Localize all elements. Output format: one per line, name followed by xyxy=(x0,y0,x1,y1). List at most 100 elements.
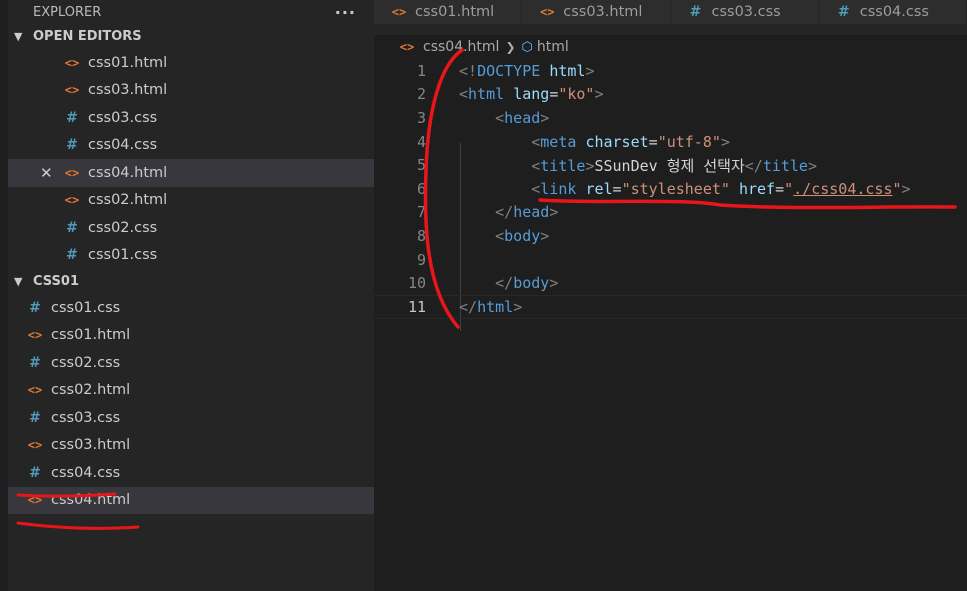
code-line[interactable]: 10 </body> xyxy=(374,271,967,295)
folder-title: CSS01 xyxy=(33,274,80,289)
tab-bar: <> css01.html <> css03.html # css03.css # css04… xyxy=(374,0,967,35)
code-line[interactable]: 4 <meta charset="utf-8"> xyxy=(374,130,967,154)
open-editors-header[interactable]: ▼ OPEN EDITORS xyxy=(8,24,374,49)
file-tree-item[interactable]: <> css03.html xyxy=(8,432,374,460)
open-editors-title: OPEN EDITORS xyxy=(33,29,142,44)
line-number: 3 xyxy=(416,108,426,127)
chevron-down-icon: ▼ xyxy=(14,275,23,288)
editor-tab[interactable]: # css04.css xyxy=(818,0,967,24)
editor[interactable]: <> css04.html ❯ ⬡ html 1 <!DOCTYPE html>… xyxy=(374,35,967,591)
html-file-icon: <> xyxy=(64,193,80,208)
file-label: css02.css xyxy=(51,354,121,371)
css-file-icon: # xyxy=(689,4,702,20)
css-file-icon: # xyxy=(66,109,78,126)
chevron-down-icon: ▼ xyxy=(14,30,23,43)
code-line[interactable]: 6 <link rel="stylesheet" href="./css04.c… xyxy=(374,177,967,201)
file-label: css02.css xyxy=(88,219,158,236)
html-file-icon: <> xyxy=(399,40,415,54)
folder-header[interactable]: ▼ CSS01 xyxy=(8,269,374,294)
css-file-icon: # xyxy=(66,137,78,154)
code-text: </html> xyxy=(459,297,523,316)
code-line[interactable]: 3 <head> xyxy=(374,106,967,130)
file-label: css01.css xyxy=(88,247,158,264)
left-edge xyxy=(0,0,8,591)
html-file-icon: <> xyxy=(64,83,80,98)
code-area[interactable]: 1 <!DOCTYPE html> 2 <html lang="ko"> 3 <… xyxy=(374,59,967,331)
code-line[interactable]: 7 </head> xyxy=(374,201,967,225)
more-actions-icon[interactable]: ··· xyxy=(335,3,356,22)
code-text: <title>SSunDev 형제 선택자</title> xyxy=(531,156,817,175)
file-label: css04.css xyxy=(88,137,158,154)
file-tree-item[interactable]: <> css01.html xyxy=(8,322,374,350)
line-number: 5 xyxy=(416,156,426,175)
file-label: css01.html xyxy=(51,327,131,344)
open-editor-item[interactable]: ✕ <> css04.html xyxy=(8,159,374,187)
html-file-icon: <> xyxy=(27,493,43,508)
file-label: css04.css xyxy=(51,464,121,481)
html-file-icon: <> xyxy=(27,438,43,453)
chevron-right-icon: ❯ xyxy=(505,40,516,54)
file-label: css03.css xyxy=(88,109,158,126)
file-label: css03.html xyxy=(88,82,168,99)
code-line[interactable]: 9 xyxy=(374,248,967,272)
code-text: <head> xyxy=(495,108,550,127)
breadcrumb-file[interactable]: css04.html xyxy=(423,39,499,55)
breadcrumb: <> css04.html ❯ ⬡ html xyxy=(374,35,967,59)
close-icon[interactable]: ✕ xyxy=(40,164,53,182)
file-tree-item[interactable]: <> css04.html xyxy=(8,486,374,514)
line-number: 4 xyxy=(416,132,426,151)
open-editor-item[interactable]: # css04.css xyxy=(8,132,374,160)
code-text: <body> xyxy=(495,226,550,245)
file-label: css03.css xyxy=(51,409,121,426)
file-tree-item[interactable]: # css04.css xyxy=(8,459,374,487)
tab-label: css04.css xyxy=(859,4,929,20)
code-text: </body> xyxy=(495,274,559,293)
editor-tab[interactable]: <> css01.html xyxy=(374,0,523,24)
line-number: 2 xyxy=(416,85,426,104)
open-editor-item[interactable]: <> css01.html xyxy=(8,49,374,77)
file-label: css03.html xyxy=(51,437,131,454)
line-number: 11 xyxy=(407,297,426,316)
css-file-icon: # xyxy=(66,247,78,264)
open-editor-item[interactable]: <> css03.html xyxy=(8,77,374,105)
file-label: css02.html xyxy=(88,192,168,209)
code-line-active[interactable]: 11 </html> xyxy=(374,294,967,319)
editor-tab[interactable]: # css03.css xyxy=(670,0,819,24)
tab-label: css01.html xyxy=(415,4,495,20)
html-file-icon: <> xyxy=(64,55,80,70)
explorer-sidebar: EXPLORER ··· ▼ OPEN EDITORS <> css01.html… xyxy=(8,0,374,591)
line-number: 6 xyxy=(416,179,426,198)
href-link[interactable]: ./css04.css xyxy=(793,180,892,198)
code-text: <link rel="stylesheet" href="./css04.css… xyxy=(531,179,911,198)
html-file-icon: <> xyxy=(27,383,43,398)
open-editor-item[interactable]: <> css02.html xyxy=(8,187,374,215)
breadcrumb-symbol[interactable]: html xyxy=(537,39,569,55)
code-text: <meta charset="utf-8"> xyxy=(531,132,730,151)
css-file-icon: # xyxy=(29,409,41,426)
code-line[interactable]: 2 <html lang="ko"> xyxy=(374,83,967,107)
code-line[interactable]: 5 <title>SSunDev 형제 선택자</title> xyxy=(374,153,967,177)
line-number: 9 xyxy=(416,250,426,269)
file-tree-item[interactable]: # css03.css xyxy=(8,404,374,432)
file-tree-item[interactable]: <> css02.html xyxy=(8,377,374,405)
css-file-icon: # xyxy=(66,219,78,236)
file-label: css01.css xyxy=(51,299,121,316)
open-editor-item[interactable]: # css01.css xyxy=(8,242,374,270)
editor-tab[interactable]: <> css03.html xyxy=(522,0,671,24)
open-editor-item[interactable]: # css03.css xyxy=(8,104,374,132)
css-file-icon: # xyxy=(29,354,41,371)
file-label: css01.html xyxy=(88,54,168,71)
file-label: css02.html xyxy=(51,382,131,399)
explorer-title: EXPLORER xyxy=(33,4,102,20)
code-text: <html lang="ko"> xyxy=(459,85,604,104)
code-line[interactable]: 1 <!DOCTYPE html> xyxy=(374,59,967,83)
file-label: css04.html xyxy=(88,164,168,181)
tab-label: css03.css xyxy=(711,4,781,20)
file-tree-item[interactable]: # css02.css xyxy=(8,349,374,377)
open-editor-item[interactable]: # css02.css xyxy=(8,214,374,242)
css-file-icon: # xyxy=(29,299,41,316)
code-line[interactable]: 8 <body> xyxy=(374,224,967,248)
line-number: 7 xyxy=(416,203,426,222)
file-label: css04.html xyxy=(51,492,131,509)
file-tree-item[interactable]: # css01.css xyxy=(8,294,374,322)
